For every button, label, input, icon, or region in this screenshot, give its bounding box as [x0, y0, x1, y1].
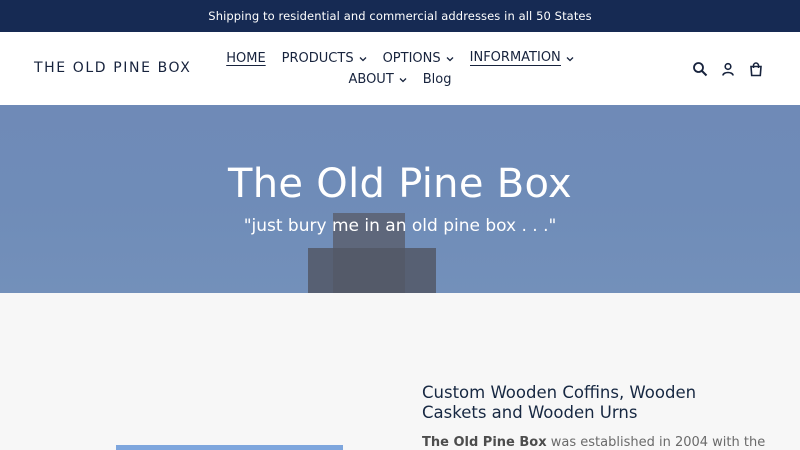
main-nav-row-2: ABOUT Blog	[0, 72, 800, 87]
account-icon[interactable]	[720, 61, 736, 77]
hero-cross-shape	[308, 248, 436, 293]
nav-products[interactable]: PRODUCTS	[282, 51, 367, 66]
nav-information[interactable]: INFORMATION	[469, 50, 574, 66]
chevron-down-icon	[399, 77, 407, 82]
content-paragraph: The Old Pine Box was established in 2004…	[422, 435, 765, 450]
content-section: Custom Wooden Coffins, Wooden Caskets an…	[0, 293, 800, 450]
nav-home[interactable]: HOME	[226, 51, 265, 66]
nav-options-label: OPTIONS	[382, 51, 441, 66]
announcement-text: Shipping to residential and commercial a…	[208, 9, 592, 23]
content-image	[116, 445, 343, 450]
announcement-bar: Shipping to residential and commercial a…	[0, 0, 800, 32]
search-icon[interactable]	[692, 61, 708, 77]
main-nav-row-1: HOME PRODUCTS OPTIONS INFORMATION	[0, 51, 800, 66]
content-text-rest: was established in 2004 with the	[546, 435, 766, 450]
content-brand-name: The Old Pine Box	[422, 435, 547, 450]
hero-banner: The Old Pine Box "just bury me in an old…	[0, 105, 800, 293]
nav-blog-label: Blog	[422, 72, 452, 87]
chevron-down-icon	[359, 56, 367, 61]
hero-title: The Old Pine Box	[228, 161, 572, 207]
site-header: THE OLD PINE BOX HOME PRODUCTS OPTIONS I…	[0, 32, 800, 105]
nav-information-label: INFORMATION	[469, 50, 561, 66]
nav-products-label: PRODUCTS	[281, 51, 354, 66]
nav-about-label: ABOUT	[348, 72, 394, 87]
header-icons	[692, 61, 764, 77]
nav-home-label: HOME	[226, 51, 266, 66]
chevron-down-icon	[446, 56, 454, 61]
cart-icon[interactable]	[748, 61, 764, 77]
chevron-down-icon	[566, 56, 574, 61]
nav-options[interactable]: OPTIONS	[383, 51, 454, 66]
hero-subtitle: "just bury me in an old pine box . . ."	[243, 216, 557, 236]
nav-about[interactable]: ABOUT	[348, 72, 407, 87]
nav-blog[interactable]: Blog	[423, 72, 452, 87]
content-heading: Custom Wooden Coffins, Wooden Caskets an…	[422, 383, 697, 422]
